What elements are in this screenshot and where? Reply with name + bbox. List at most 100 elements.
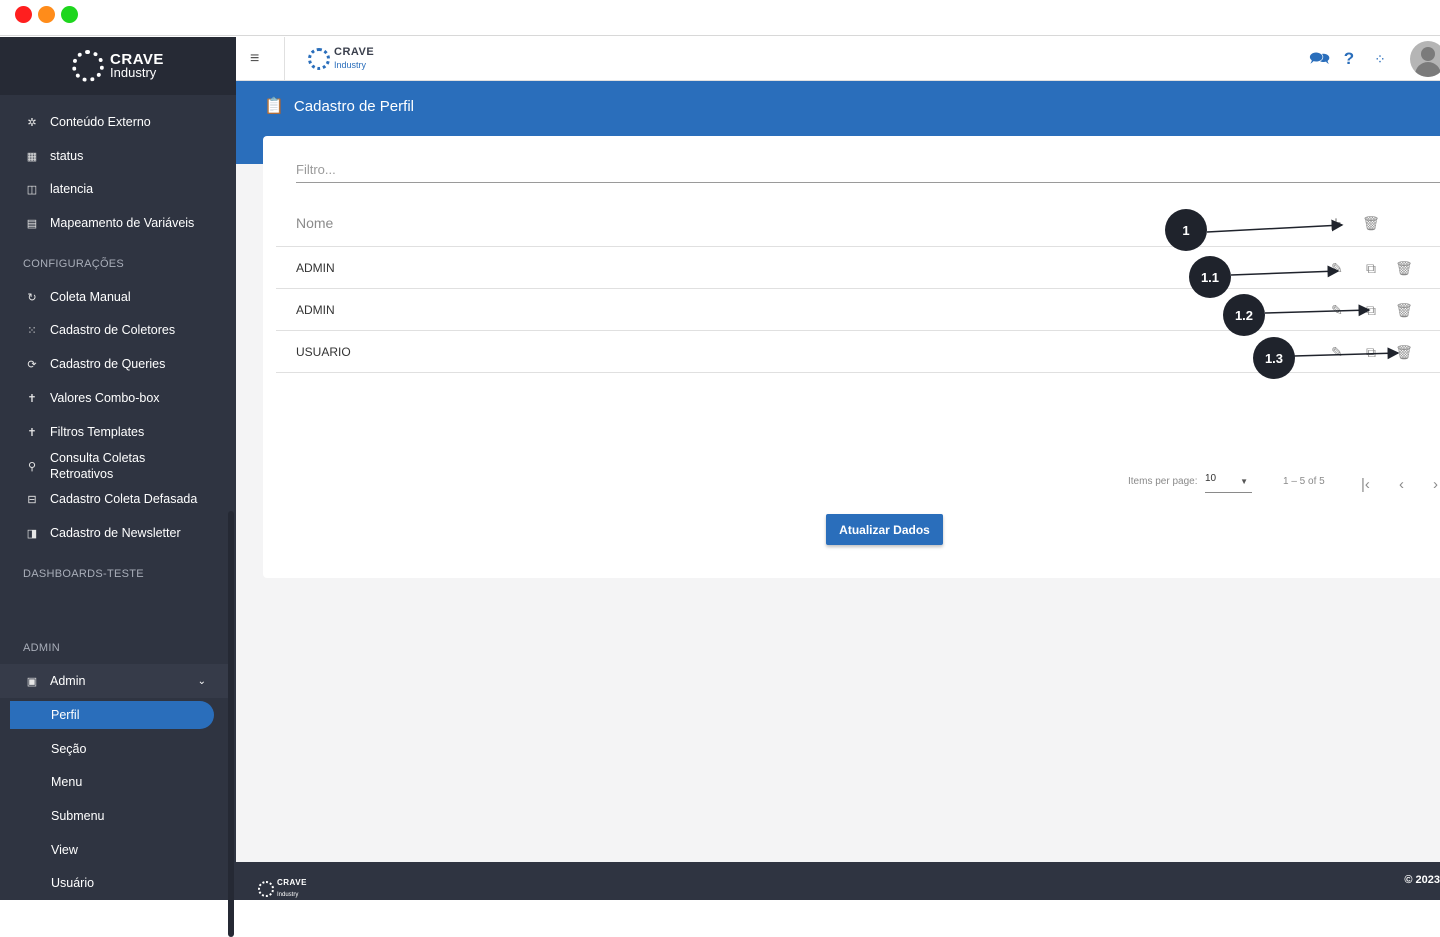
copy-icon[interactable]: ⧉ — [1362, 259, 1380, 277]
table-row[interactable]: ADMIN ✎ ⧉ 🗑 — [276, 247, 1440, 289]
brand-sub: Industry — [277, 892, 299, 898]
sidebar-item-label: Cadastro de Coletores — [50, 323, 176, 337]
items-per-page-label: Items per page: — [1128, 476, 1198, 487]
collapse-icon[interactable]: ⁘ — [1370, 49, 1390, 69]
previous-page-icon[interactable]: ‹ — [1399, 476, 1404, 493]
sidebar-item-perfil[interactable]: Perfil — [10, 701, 214, 729]
newsletter-icon: ◨ — [26, 527, 38, 540]
sidebar-item-cadastro-coletores[interactable]: ⁙ Cadastro de Coletores — [0, 316, 228, 344]
delete-all-icon[interactable]: 🗑 — [1362, 214, 1380, 232]
sidebar-item-mapeamento[interactable]: ▤ Mapeamento de Variáveis — [0, 209, 228, 237]
admin-icon: ▣ — [26, 675, 38, 688]
add-icon[interactable]: + — [1327, 214, 1345, 232]
sidebar-item-admin[interactable]: ▣ Admin ⌄ — [0, 664, 228, 698]
callout-1-3: 1.3 — [1253, 337, 1295, 379]
sidebar-item-conteudo-externo[interactable]: ✲ Conteúdo Externo — [0, 108, 228, 136]
avatar[interactable] — [1410, 41, 1440, 77]
sidebar-item-label: Cadastro Coleta Defasada — [50, 492, 198, 506]
top-bar: ≡ CRAVE Industry 🗪 ? ⁘ — [236, 37, 1440, 81]
items-per-page-select[interactable]: 10 ▼ — [1205, 473, 1252, 493]
sidebar-scrollbar[interactable] — [228, 511, 234, 937]
delete-icon[interactable]: 🗑 — [1395, 343, 1413, 361]
footer: CRAVE Industry © 2023 — [236, 862, 1440, 900]
row-name: USUARIO — [296, 344, 351, 359]
sidebar-item-label: Valores Combo-box — [50, 391, 160, 405]
sidebar-logo[interactable]: CRAVE Industry — [0, 37, 236, 95]
search-icon: ⚲ — [27, 460, 37, 473]
sidebar-item-view[interactable]: View — [0, 836, 228, 864]
close-window-button[interactable] — [15, 6, 32, 23]
update-data-button[interactable]: Atualizar Dados — [826, 514, 943, 545]
sidebar-item-secao[interactable]: Seção — [0, 735, 228, 763]
delete-icon[interactable]: 🗑 — [1395, 301, 1413, 319]
edit-icon[interactable]: ✎ — [1328, 301, 1346, 319]
callout-1-1: 1.1 — [1189, 256, 1231, 298]
brand-sub: Industry — [110, 65, 157, 80]
help-icon[interactable]: ? — [1339, 49, 1359, 69]
sync-icon: ⟳ — [27, 358, 37, 371]
sidebar-item-label: Conteúdo Externo — [50, 115, 151, 129]
section-configuracoes: CONFIGURAÇÕES — [23, 258, 125, 270]
sidebar-item-latencia[interactable]: ◫ latencia — [0, 175, 228, 203]
items-per-page-value: 10 — [1205, 473, 1217, 484]
page-title: 📋 Cadastro de Perfil — [264, 96, 414, 116]
callout-1: 1 — [1165, 209, 1207, 251]
chat-icon[interactable]: 🗪 — [1309, 49, 1330, 69]
sidebar-item-label: Coleta Manual — [50, 290, 131, 304]
divider — [284, 37, 285, 81]
sidebar-item-valores-combo[interactable]: ✝ Valores Combo-box — [0, 384, 228, 412]
maximize-window-button[interactable] — [61, 6, 78, 23]
sidebar-item-menu[interactable]: Menu — [0, 768, 228, 796]
topbar-logo[interactable]: CRAVE Industry — [308, 46, 374, 72]
sidebar-item-label: Cadastro de Queries — [50, 357, 166, 371]
sidebar: CRAVE Industry ✲ Conteúdo Externo ▦ stat… — [0, 37, 236, 937]
first-page-icon[interactable]: |‹ — [1361, 476, 1370, 493]
copy-icon[interactable]: ⧉ — [1362, 301, 1380, 319]
next-page-icon[interactable]: › — [1433, 476, 1438, 493]
chevron-down-icon: ⌄ — [197, 675, 206, 687]
sidebar-item-usuario[interactable]: Usuário — [0, 869, 228, 897]
callout-1-2: 1.2 — [1223, 294, 1265, 336]
page-title-text: Cadastro de Perfil — [293, 97, 414, 115]
sidebar-item-cadastro-queries[interactable]: ⟳ Cadastro de Queries — [0, 350, 228, 378]
latency-icon: ◫ — [26, 183, 38, 196]
sidebar-item-label: Filtros Templates — [50, 425, 145, 439]
sidebar-item-label: latencia — [50, 182, 94, 196]
row-name: ADMIN — [296, 260, 335, 275]
sidebar-item-coleta-manual[interactable]: ↻ Coleta Manual — [0, 283, 228, 311]
edit-icon[interactable]: ✎ — [1328, 343, 1346, 361]
crave-logo-icon — [258, 881, 274, 897]
clipboard-icon: 📋 — [264, 98, 284, 115]
sidebar-item-label: status — [50, 149, 84, 163]
delete-icon[interactable]: 🗑 — [1395, 259, 1413, 277]
copyright: © 2023 — [1404, 874, 1440, 886]
hamburger-menu-icon[interactable]: ≡ — [250, 50, 268, 68]
sidebar-item-status[interactable]: ▦ status — [0, 142, 228, 170]
pagination-range: 1 – 5 of 5 — [1283, 476, 1325, 487]
brand-name: CRAVE — [334, 46, 375, 58]
sidebar-item-newsletter[interactable]: ◨ Cadastro de Newsletter — [0, 519, 228, 547]
sidebar-item-submenu[interactable]: Submenu — [0, 802, 228, 830]
minimize-window-button[interactable] — [38, 6, 55, 23]
sidebar-item-label: Cadastro de Newsletter — [50, 526, 181, 540]
footer-logo: CRAVE Industry — [258, 876, 307, 902]
sidebar-item-label: Mapeamento de Variáveis — [50, 216, 195, 230]
filter-input[interactable] — [296, 156, 1440, 183]
form-icon: ⊟ — [27, 493, 37, 506]
crave-logo-icon — [308, 48, 330, 70]
table-row[interactable]: ADMIN ✎ ⧉ 🗑 — [276, 289, 1440, 331]
grid-icon: ⁙ — [27, 324, 37, 337]
sidebar-item-coleta-defasada[interactable]: ⊟ Cadastro Coleta Defasada — [0, 485, 228, 513]
sidebar-item-filtros-templates[interactable]: ✝ Filtros Templates — [0, 418, 228, 446]
table-header: Nome + 🗑 — [276, 200, 1440, 247]
sidebar-item-label: Consulta Coletas Retroativos — [50, 451, 146, 481]
pin-icon: ✝ — [27, 426, 37, 439]
brand-name: CRAVE — [277, 878, 307, 887]
crave-logo-icon — [72, 50, 105, 82]
dropdown-arrow-icon: ▼ — [1240, 477, 1248, 486]
section-dashboards: DASHBOARDS-TESTE — [23, 568, 144, 580]
column-header-nome: Nome — [296, 215, 334, 231]
sidebar-item-consulta-coletas[interactable]: ⚲ Consulta Coletas Retroativos — [0, 449, 228, 483]
copy-icon[interactable]: ⧉ — [1362, 343, 1380, 361]
edit-icon[interactable]: ✎ — [1328, 259, 1346, 277]
